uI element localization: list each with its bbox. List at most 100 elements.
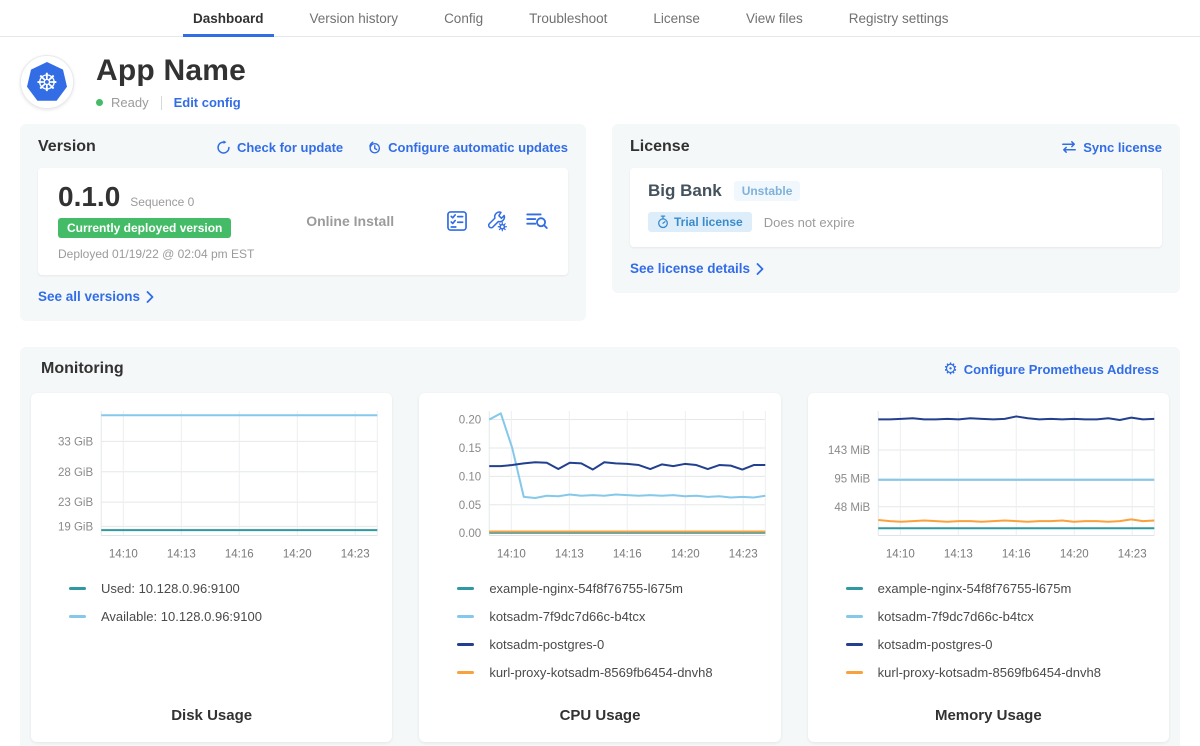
monitoring-title: Monitoring: [41, 360, 124, 378]
version-number: 0.1.0: [58, 181, 120, 213]
legend-item: Available: 10.128.0.96:9100: [69, 609, 380, 624]
view-logs-icon[interactable]: [526, 211, 548, 231]
disk-usage-chart-card: 19 GiB23 GiB28 GiB33 GiB14:1014:1314:161…: [31, 393, 392, 742]
tab-view-files[interactable]: View files: [736, 0, 813, 36]
legend-swatch-icon: [457, 587, 474, 590]
svg-text:0.20: 0.20: [459, 415, 481, 427]
legend-swatch-icon: [457, 615, 474, 618]
monitoring-section: Monitoring ⚙ Configure Prometheus Addres…: [20, 347, 1180, 746]
legend-item: kotsadm-postgres-0: [457, 637, 768, 652]
configure-prometheus-link[interactable]: ⚙ Configure Prometheus Address: [943, 361, 1159, 377]
legend-label: kotsadm-postgres-0: [878, 637, 993, 652]
kubernetes-logo-icon: ☸: [27, 62, 67, 102]
version-card: Version Check for update: [20, 124, 586, 321]
svg-text:0.05: 0.05: [459, 500, 481, 512]
svg-text:19 GiB: 19 GiB: [58, 521, 94, 533]
chart-title: Memory Usage: [820, 693, 1157, 724]
legend-label: kurl-proxy-kotsadm-8569fb6454-dnvh8: [878, 665, 1101, 680]
sync-license-link[interactable]: Sync license: [1061, 140, 1162, 155]
tab-license[interactable]: License: [643, 0, 710, 36]
app-header: ☸ App Name Ready Edit config: [0, 37, 1200, 120]
app-avatar: ☸: [20, 55, 74, 109]
configure-automatic-updates-link[interactable]: Configure automatic updates: [367, 140, 568, 155]
wrench-gear-icon[interactable]: [486, 210, 508, 232]
svg-text:14:13: 14:13: [555, 549, 584, 561]
legend-swatch-icon: [846, 615, 863, 618]
legend-label: Used: 10.128.0.96:9100: [101, 581, 240, 596]
status-text: Ready: [111, 95, 149, 110]
memory-usage-plot: 48 MiB95 MiB143 MiB14:1014:1314:1614:201…: [820, 405, 1157, 568]
tab-dashboard[interactable]: Dashboard: [183, 0, 274, 36]
svg-text:14:13: 14:13: [167, 549, 196, 561]
chevron-right-icon: [146, 291, 154, 303]
svg-text:14:20: 14:20: [1060, 549, 1089, 561]
svg-text:14:10: 14:10: [497, 549, 526, 561]
trial-license-badge: Trial license: [648, 212, 752, 232]
svg-text:28 GiB: 28 GiB: [58, 467, 94, 479]
legend-item: kurl-proxy-kotsadm-8569fb6454-dnvh8: [457, 665, 768, 680]
edit-config-link[interactable]: Edit config: [174, 95, 241, 110]
legend-item: kotsadm-7f9dc7d66c-b4tcx: [457, 609, 768, 624]
check-for-update-link[interactable]: Check for update: [216, 140, 343, 155]
svg-text:14:16: 14:16: [1001, 549, 1030, 561]
cpu-usage-plot: 0.000.050.100.150.2014:1014:1314:1614:20…: [431, 405, 768, 568]
license-expiry: Does not expire: [764, 215, 855, 230]
deployed-badge: Currently deployed version: [58, 218, 231, 238]
tab-version-history[interactable]: Version history: [300, 0, 409, 36]
legend-item: kurl-proxy-kotsadm-8569fb6454-dnvh8: [846, 665, 1157, 680]
legend-label: example-nginx-54f8f76755-l675m: [878, 581, 1072, 596]
legend-label: example-nginx-54f8f76755-l675m: [489, 581, 683, 596]
svg-text:0.00: 0.00: [459, 528, 481, 540]
svg-text:0.15: 0.15: [459, 443, 481, 455]
preflight-checks-icon[interactable]: [446, 210, 468, 232]
svg-text:14:13: 14:13: [944, 549, 973, 561]
legend-item: Used: 10.128.0.96:9100: [69, 581, 380, 596]
legend-label: Available: 10.128.0.96:9100: [101, 609, 262, 624]
svg-text:0.10: 0.10: [459, 471, 481, 483]
divider: [161, 96, 162, 110]
memory-usage-legend: example-nginx-54f8f76755-l675m kotsadm-7f…: [846, 581, 1157, 693]
svg-text:23 GiB: 23 GiB: [58, 497, 94, 509]
tab-troubleshoot[interactable]: Troubleshoot: [519, 0, 617, 36]
sync-arrows-icon: [1061, 140, 1077, 154]
license-name: Big Bank: [648, 181, 722, 201]
legend-swatch-icon: [846, 643, 863, 646]
legend-label: kotsadm-7f9dc7d66c-b4tcx: [878, 609, 1034, 624]
svg-text:14:10: 14:10: [886, 549, 915, 561]
stopwatch-icon: [657, 215, 669, 229]
legend-swatch-icon: [846, 671, 863, 674]
tab-config[interactable]: Config: [434, 0, 493, 36]
chart-title: Disk Usage: [43, 693, 380, 724]
see-license-details-link[interactable]: See license details: [630, 261, 764, 276]
legend-label: kotsadm-postgres-0: [489, 637, 604, 652]
license-card-title: License: [630, 138, 690, 156]
legend-item: example-nginx-54f8f76755-l675m: [457, 581, 768, 596]
legend-label: kurl-proxy-kotsadm-8569fb6454-dnvh8: [489, 665, 712, 680]
svg-text:14:20: 14:20: [283, 549, 312, 561]
legend-label: kotsadm-7f9dc7d66c-b4tcx: [489, 609, 645, 624]
page-title: App Name: [96, 54, 246, 88]
svg-text:14:23: 14:23: [341, 549, 370, 561]
svg-text:14:20: 14:20: [671, 549, 700, 561]
legend-item: example-nginx-54f8f76755-l675m: [846, 581, 1157, 596]
current-version-block: 0.1.0 Sequence 0 Currently deployed vers…: [58, 181, 254, 261]
legend-item: kotsadm-7f9dc7d66c-b4tcx: [846, 609, 1157, 624]
deployed-timestamp: Deployed 01/19/22 @ 02:04 pm EST: [58, 247, 254, 261]
disk-usage-legend: Used: 10.128.0.96:9100 Available: 10.128.…: [69, 581, 380, 637]
see-all-versions-link[interactable]: See all versions: [38, 289, 154, 304]
gear-icon: ⚙: [943, 361, 957, 377]
install-type: Online Install: [306, 213, 394, 229]
legend-swatch-icon: [457, 671, 474, 674]
version-sequence: Sequence 0: [130, 195, 194, 209]
channel-badge: Unstable: [734, 181, 801, 201]
svg-text:33 GiB: 33 GiB: [58, 436, 94, 448]
version-card-title: Version: [38, 138, 96, 156]
svg-text:48 MiB: 48 MiB: [834, 502, 870, 514]
memory-usage-chart-card: 48 MiB95 MiB143 MiB14:1014:1314:1614:201…: [808, 393, 1169, 742]
svg-text:95 MiB: 95 MiB: [834, 474, 870, 486]
svg-text:14:23: 14:23: [1117, 549, 1146, 561]
tab-registry-settings[interactable]: Registry settings: [839, 0, 959, 36]
cpu-usage-legend: example-nginx-54f8f76755-l675m kotsadm-7f…: [457, 581, 768, 693]
svg-text:14:10: 14:10: [109, 549, 138, 561]
legend-item: kotsadm-postgres-0: [846, 637, 1157, 652]
